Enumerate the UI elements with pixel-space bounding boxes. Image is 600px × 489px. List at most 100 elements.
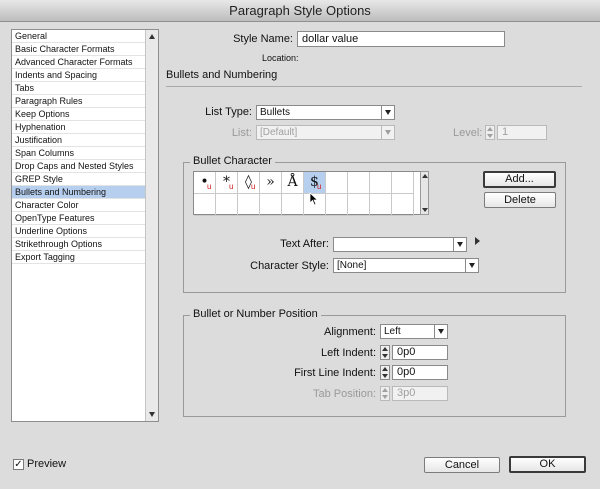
sidebar-item[interactable]: Bullets and Numbering	[12, 186, 146, 199]
empty-glyph-cell[interactable]	[392, 194, 414, 216]
sidebar-item[interactable]: Drop Caps and Nested Styles	[12, 160, 146, 173]
bullet-position-title: Bullet or Number Position	[190, 308, 321, 320]
empty-glyph-cell[interactable]	[348, 172, 370, 194]
sidebar-item[interactable]: Indents and Spacing	[12, 69, 146, 82]
empty-glyph-cell[interactable]	[260, 194, 282, 216]
bullet-character-title: Bullet Character	[190, 155, 275, 167]
sidebar-item[interactable]: Export Tagging	[12, 251, 146, 264]
add-bullet-button[interactable]: Add...	[483, 171, 556, 188]
sidebar-item[interactable]: Character Color	[12, 199, 146, 212]
bullet-glyph[interactable]: $ u	[304, 172, 326, 194]
stepper-down-icon[interactable]	[382, 395, 388, 399]
sidebar-item[interactable]: Strikethrough Options	[12, 238, 146, 251]
empty-glyph-cell[interactable]	[348, 194, 370, 216]
bullet-glyph[interactable]: Å	[282, 172, 304, 194]
glyph-grid-scrollbar[interactable]	[420, 171, 429, 215]
character-style-select[interactable]: [None]	[333, 258, 479, 273]
stepper-up-icon[interactable]	[382, 347, 388, 351]
tab-position-label: Tab Position:	[313, 388, 376, 400]
ok-button[interactable]: OK	[509, 456, 586, 473]
unicode-marker: u	[207, 182, 212, 191]
stepper-down-icon[interactable]	[487, 134, 493, 138]
stepper-down-icon[interactable]	[382, 374, 388, 378]
cancel-button[interactable]: Cancel	[424, 457, 500, 473]
window-title: Paragraph Style Options	[0, 0, 600, 22]
character-style-value: [None]	[337, 260, 367, 271]
location-label: Location:	[262, 53, 299, 63]
delete-bullet-button[interactable]: Delete	[484, 192, 556, 208]
preview-checkbox[interactable]: ✓	[13, 459, 24, 470]
category-scrollbar[interactable]	[145, 30, 158, 421]
text-after-select[interactable]	[333, 237, 467, 252]
bullet-glyph[interactable]: »	[260, 172, 282, 194]
sidebar-item[interactable]: Keep Options	[12, 108, 146, 121]
chevron-down-icon	[434, 325, 447, 338]
sidebar-item[interactable]: Span Columns	[12, 147, 146, 160]
unicode-marker: u	[317, 182, 322, 191]
stepper-down-icon[interactable]	[382, 354, 388, 358]
level-input[interactable]: 1	[497, 125, 547, 140]
section-title: Bullets and Numbering	[166, 69, 278, 81]
alignment-select[interactable]: Left	[380, 324, 448, 339]
empty-glyph-cell[interactable]	[326, 194, 348, 216]
glyph-char: »	[266, 174, 275, 190]
scroll-down-icon[interactable]	[149, 412, 155, 417]
left-indent-label: Left Indent:	[320, 347, 376, 359]
level-label: Level:	[453, 127, 483, 139]
first-line-indent-label: First Line Indent:	[294, 367, 376, 379]
stepper-up-icon[interactable]	[382, 367, 388, 371]
sidebar-item[interactable]: Hyphenation	[12, 121, 146, 134]
bullet-glyph[interactable]: • u	[194, 172, 216, 194]
chevron-down-icon	[381, 106, 394, 119]
sidebar-item[interactable]: Tabs	[12, 82, 146, 95]
empty-glyph-cell[interactable]	[216, 194, 238, 216]
sidebar-item[interactable]: GREP Style	[12, 173, 146, 186]
empty-glyph-cell[interactable]	[282, 194, 304, 216]
sidebar-item[interactable]: OpenType Features	[12, 212, 146, 225]
first-line-indent-stepper[interactable]	[380, 365, 390, 380]
list-label: List:	[231, 127, 252, 139]
scroll-up-icon[interactable]	[422, 174, 428, 178]
bullet-glyph-grid[interactable]: • u * u ◊ u » Å $ u	[193, 171, 421, 216]
list-type-value: Bullets	[260, 107, 291, 118]
first-line-indent-input[interactable]: 0p0	[392, 365, 448, 380]
empty-glyph-cell[interactable]	[194, 194, 216, 216]
list-select[interactable]: [Default]	[256, 125, 395, 140]
empty-glyph-cell[interactable]	[370, 194, 392, 216]
list-type-select[interactable]: Bullets	[256, 105, 395, 120]
empty-glyph-cell[interactable]	[238, 194, 260, 216]
bullet-glyph[interactable]: ◊ u	[238, 172, 260, 194]
style-name-input[interactable]: dollar value	[297, 31, 505, 47]
level-stepper[interactable]	[485, 125, 495, 140]
sidebar-item[interactable]: Justification	[12, 134, 146, 147]
chevron-down-icon	[453, 238, 466, 251]
empty-glyph-cell[interactable]	[370, 172, 392, 194]
character-style-label: Character Style:	[250, 260, 329, 272]
alignment-value: Left	[384, 326, 401, 337]
unicode-marker: u	[251, 182, 256, 191]
scroll-up-icon[interactable]	[149, 34, 155, 39]
left-indent-stepper[interactable]	[380, 345, 390, 360]
dialog: General Basic Character Formats Advanced C…	[0, 22, 600, 489]
tab-position-stepper[interactable]	[380, 386, 390, 401]
empty-glyph-cell[interactable]	[392, 172, 414, 194]
scroll-down-icon[interactable]	[422, 208, 428, 212]
left-indent-input[interactable]: 0p0	[392, 345, 448, 360]
mouse-cursor-icon	[309, 192, 319, 206]
sidebar-item[interactable]: Basic Character Formats	[12, 43, 146, 56]
sidebar-item[interactable]: Advanced Character Formats	[12, 56, 146, 69]
sidebar-item[interactable]: General	[12, 30, 146, 43]
sidebar-item[interactable]: Underline Options	[12, 225, 146, 238]
empty-glyph-cell[interactable]	[326, 172, 348, 194]
bullet-glyph[interactable]: * u	[216, 172, 238, 194]
checkmark-icon: ✓	[14, 459, 23, 470]
sidebar-item[interactable]: Paragraph Rules	[12, 95, 146, 108]
insert-special-character-icon[interactable]	[475, 237, 480, 245]
stepper-up-icon[interactable]	[382, 388, 388, 392]
stepper-up-icon[interactable]	[487, 127, 493, 131]
preview-label: Preview	[27, 458, 67, 470]
tab-position-input[interactable]: 3p0	[392, 386, 448, 401]
chevron-down-icon	[381, 126, 394, 139]
style-name-label: Style Name:	[233, 33, 293, 45]
category-list[interactable]: General Basic Character Formats Advanced C…	[11, 29, 159, 422]
